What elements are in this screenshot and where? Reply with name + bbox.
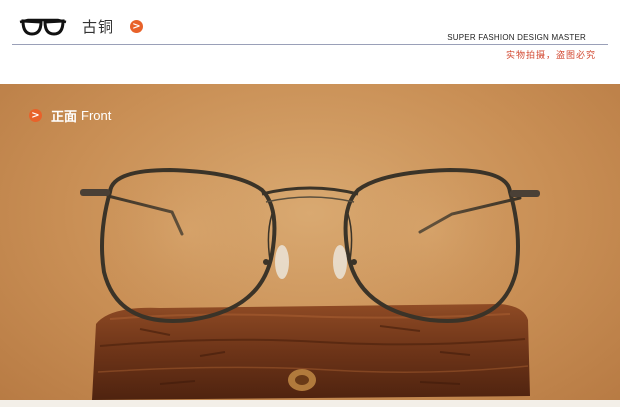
glasses-icon [19, 18, 67, 36]
arrow-right-icon[interactable]: > [29, 109, 42, 122]
product-photo: > 正面 Front [0, 84, 620, 407]
divider [12, 44, 608, 45]
view-label: > 正面 Front [29, 106, 111, 125]
view-label-cn: 正面 [51, 110, 78, 125]
color-name: 古铜 [82, 18, 115, 36]
glasses-photo [0, 167, 620, 407]
copyright-tagline: 实物拍摄，盗图必究 [505, 51, 596, 61]
view-label-en: Front [81, 108, 112, 123]
glasses [80, 167, 540, 323]
brand-tag: SUPER FASHION DESIGN MASTER [447, 33, 586, 42]
header: 古铜 > SUPER FASHION DESIGN MASTER 实物拍摄，盗图… [0, 0, 620, 84]
wood-stand [0, 304, 620, 407]
arrow-right-icon[interactable]: > [130, 20, 143, 33]
